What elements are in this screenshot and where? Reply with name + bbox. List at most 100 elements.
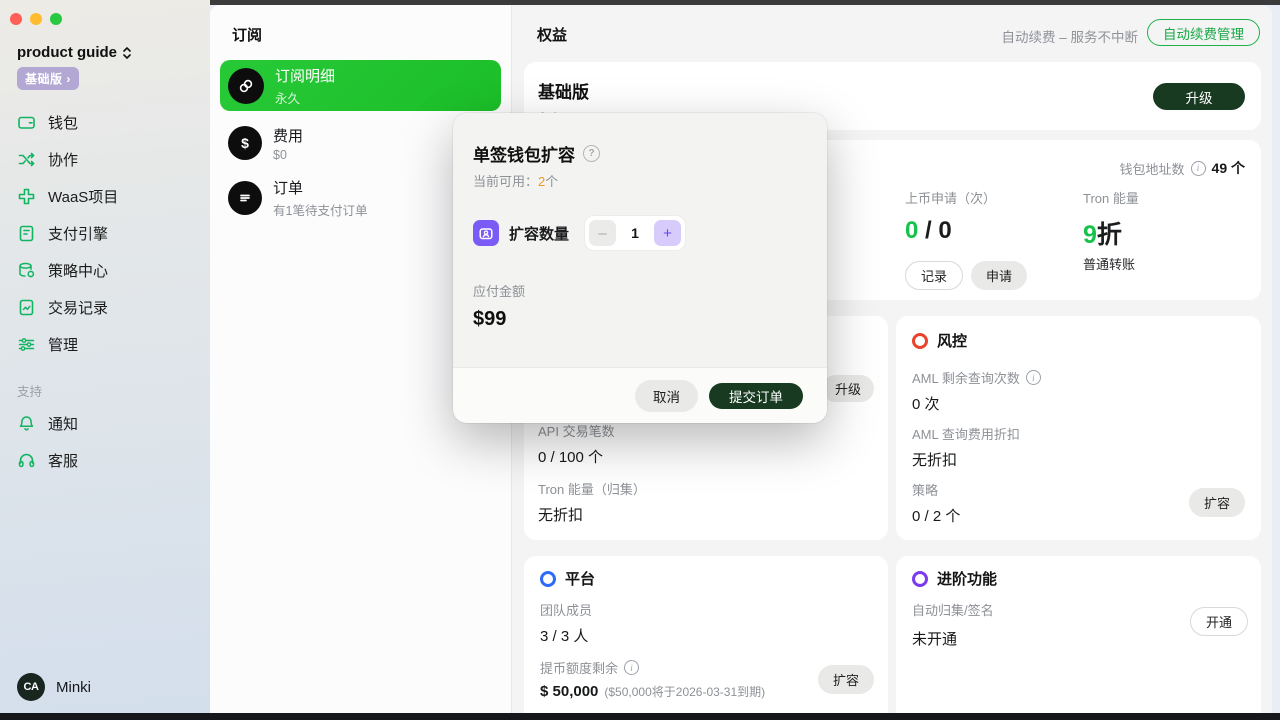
aml-discount-label: AML 查询费用折扣 <box>912 424 1020 443</box>
auto-renew-note: 自动续费 – 服务不中断 <box>1001 26 1138 46</box>
payment-engine-icon <box>17 224 36 243</box>
cancel-button[interactable]: 取消 <box>635 380 698 412</box>
quantity-value: 1 <box>616 225 654 241</box>
orders-icon <box>228 181 262 215</box>
strategy-center-icon <box>17 261 36 280</box>
platform-card: 平台 团队成员 3 / 3 人 提币额度剩余 i $ 50,000 ($50,0… <box>524 556 888 713</box>
sidebar-item-manage[interactable]: 管理 <box>0 326 210 363</box>
modal-title: 单签钱包扩容 <box>473 141 575 166</box>
subscription-item-subtitle: $0 <box>273 148 303 162</box>
tron-energy-stat: Tron 能量 9折 普通转账 <box>1083 188 1139 273</box>
sidebar-nav: 钱包 协作 WaaS项目 支付引擎 <box>0 104 210 479</box>
platform-ring-icon <box>540 571 556 587</box>
subscription-item-title: 订单 <box>273 177 367 198</box>
tron-energy-label: Tron 能量 <box>1083 188 1139 207</box>
wallet-purple-icon <box>473 220 499 246</box>
sidebar-item-label: 钱包 <box>48 112 78 133</box>
waas-icon <box>17 187 36 206</box>
sidebar-item-notifications[interactable]: 通知 <box>0 405 210 442</box>
records-button[interactable]: 记录 <box>905 261 963 290</box>
sidebar-item-transaction-records[interactable]: 交易记录 <box>0 289 210 326</box>
user-account[interactable]: CA Minki <box>17 673 91 701</box>
risk-card: 风控 AML 剩余查询次数 i 0 次 AML 查询费用折扣 无折扣 策略 0 … <box>896 316 1261 540</box>
advanced-ring-icon <box>912 571 928 587</box>
expand-button[interactable]: 扩容 <box>818 665 874 694</box>
team-members-label: 团队成员 <box>540 600 592 619</box>
platform-card-title: 平台 <box>565 568 595 589</box>
subscription-panel-title: 订阅 <box>232 24 262 45</box>
policy-value: 0 / 2 个 <box>912 505 960 526</box>
aml-discount-value: 无折扣 <box>912 449 1020 470</box>
sidebar-item-label: 协作 <box>48 149 78 170</box>
plan-badge[interactable]: 基础版 › <box>17 67 79 90</box>
sidebar-item-customer-service[interactable]: 客服 <box>0 442 210 479</box>
activate-button[interactable]: 开通 <box>1190 607 1248 636</box>
sidebar-item-label: WaaS项目 <box>48 186 118 207</box>
auto-collect-value: 未开通 <box>912 628 994 649</box>
window-edge-bottom <box>0 713 1280 720</box>
aml-count-value: 0 次 <box>912 393 1041 414</box>
subscription-item-subtitle: 永久 <box>275 88 335 107</box>
help-icon[interactable]: ? <box>583 145 600 162</box>
chevron-updown-icon <box>122 46 132 60</box>
app-window: product guide 基础版 › 钱包 协作 <box>0 0 1280 720</box>
transaction-records-icon <box>17 298 36 317</box>
subscription-item-details[interactable]: 订阅明细 永久 <box>220 60 501 111</box>
listing-used-value: 0 <box>905 217 918 244</box>
headset-icon <box>17 451 36 470</box>
minimize-window-button[interactable] <box>30 13 42 25</box>
sidebar-item-label: 支付引擎 <box>48 223 108 244</box>
workspace-name: product guide <box>17 44 117 61</box>
submit-order-button[interactable]: 提交订单 <box>709 383 803 409</box>
plan-name: 基础版 <box>538 78 589 103</box>
quota-label: 提币额度剩余 <box>540 658 618 677</box>
apply-button[interactable]: 申请 <box>971 261 1027 290</box>
sidebar-item-label: 通知 <box>48 413 78 434</box>
window-controls <box>10 13 62 25</box>
workspace-switcher[interactable]: product guide <box>17 44 132 61</box>
subscription-item-title: 费用 <box>273 125 303 146</box>
team-members-value: 3 / 3 人 <box>540 625 592 646</box>
modal-footer: 取消 提交订单 <box>453 367 827 423</box>
sidebar-item-wallet[interactable]: 钱包 <box>0 104 210 141</box>
sidebar-item-label: 策略中心 <box>48 260 108 281</box>
info-icon[interactable]: i <box>1191 161 1206 176</box>
sidebar-item-label: 客服 <box>48 450 78 471</box>
wallet-addresses-value: 49 个 <box>1212 158 1245 178</box>
auto-renew-manage-button[interactable]: 自动续费管理 <box>1147 19 1260 46</box>
sidebar-item-payment-engine[interactable]: 支付引擎 <box>0 215 210 252</box>
info-icon[interactable]: i <box>624 660 639 675</box>
expand-button[interactable]: 扩容 <box>1189 488 1245 517</box>
upgrade-button[interactable]: 升级 <box>822 375 874 402</box>
user-avatar: CA <box>17 673 45 701</box>
fees-icon: $ <box>228 126 262 160</box>
amount-due-value: $99 <box>473 308 506 331</box>
sidebar-item-strategy-center[interactable]: 策略中心 <box>0 252 210 289</box>
quota-expiry-note: ($50,000将于2026-03-31到期) <box>604 683 765 700</box>
advanced-features-card: 进阶功能 自动归集/签名 未开通 开通 <box>896 556 1261 713</box>
tron-discount-suffix: 折 <box>1097 221 1122 249</box>
sidebar: product guide 基础版 › 钱包 协作 <box>0 0 210 713</box>
upgrade-button[interactable]: 升级 <box>1153 83 1245 110</box>
zoom-window-button[interactable] <box>50 13 62 25</box>
aml-count-label: AML 剩余查询次数 <box>912 368 1020 387</box>
sidebar-item-label: 管理 <box>48 334 78 355</box>
tron-collect-value: 无折扣 <box>538 504 646 525</box>
benefits-title: 权益 <box>537 24 567 45</box>
tron-discount-value: 9 <box>1083 221 1097 249</box>
wallet-icon <box>17 113 36 132</box>
bell-icon <box>17 414 36 433</box>
info-icon[interactable]: i <box>1026 370 1041 385</box>
quantity-label: 扩容数量 <box>509 223 569 244</box>
stepper-minus-button[interactable]: – <box>589 220 616 246</box>
api-transactions-label: API 交易笔数 <box>538 421 615 440</box>
risk-ring-icon <box>912 333 928 349</box>
sidebar-item-collaboration[interactable]: 协作 <box>0 141 210 178</box>
wallet-addresses-label: 钱包地址数 <box>1120 159 1185 178</box>
stepper-plus-button[interactable]: + <box>654 220 681 246</box>
quantity-stepper: – 1 + <box>584 215 686 251</box>
amount-due-label: 应付金额 <box>473 281 525 300</box>
collaboration-icon <box>17 150 36 169</box>
sidebar-item-waas[interactable]: WaaS项目 <box>0 178 210 215</box>
close-window-button[interactable] <box>10 13 22 25</box>
